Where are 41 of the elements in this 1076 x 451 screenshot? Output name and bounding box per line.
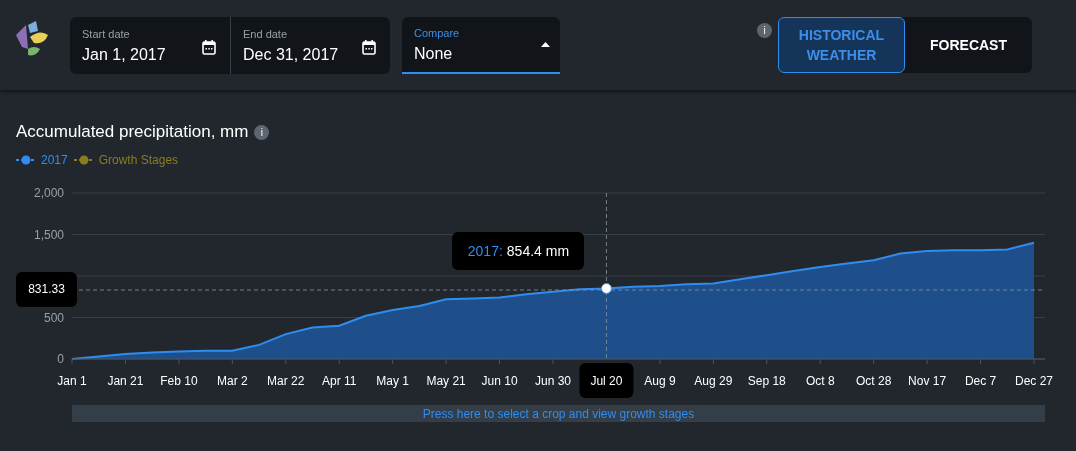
- info-icon[interactable]: i: [757, 23, 772, 38]
- info-icon[interactable]: i: [254, 124, 270, 140]
- calendar-icon[interactable]: [202, 40, 216, 55]
- y-tick-label: 500: [43, 310, 64, 325]
- mode-tab[interactable]: FORECAST: [905, 17, 1032, 73]
- legend-label[interactable]: 2017: [41, 153, 68, 167]
- value-tooltip: 2017: 854.4 mm: [452, 232, 585, 271]
- y-tick-label: 0: [57, 352, 64, 366]
- x-tick-label: Jan 1: [57, 374, 87, 388]
- x-tick-label: Oct 28: [856, 374, 892, 388]
- x-tick-label: Jul 20: [590, 374, 623, 388]
- caret-icon: [541, 42, 550, 47]
- x-tick-label: Dec 7: [964, 374, 997, 388]
- x-tick-label: Mar 22: [267, 374, 305, 388]
- crosshair-y-label: 831.33: [16, 272, 77, 307]
- x-tick-label: Oct 8: [805, 374, 835, 388]
- x-tick-label: Jun 30: [535, 374, 571, 388]
- x-tick-label: Jun 10: [481, 374, 518, 388]
- x-tick-label: May 1: [376, 374, 409, 388]
- growth-stages-banner[interactable]: Press here to select a crop and view growth stages: [72, 405, 1045, 422]
- x-tick-label: Apr 11: [322, 374, 357, 388]
- mode-tab[interactable]: HISTORICAL WEATHER: [778, 17, 905, 73]
- x-tick-label: Mar 2: [217, 374, 248, 388]
- y-tick-label: 1,500: [33, 227, 64, 242]
- x-tick-label: Sep 18: [747, 374, 786, 388]
- hover-point: [600, 282, 612, 294]
- crosshair-x-label: Jul 20: [579, 363, 634, 398]
- x-tick-label: Aug 29: [694, 374, 733, 388]
- date-field[interactable]: End date Dec 31, 2017: [230, 17, 390, 74]
- x-tick-label: Dec 27: [1015, 374, 1053, 388]
- legend-label[interactable]: Growth Stages: [98, 153, 179, 167]
- compare-select[interactable]: Compare None: [402, 17, 560, 74]
- x-tick-label: Nov 17: [908, 374, 947, 388]
- x-tick-label: Jan 21: [107, 374, 144, 388]
- x-tick-label: Aug 9: [644, 374, 676, 388]
- y-tick-label: 2,000: [33, 186, 64, 200]
- x-tick-label: May 21: [426, 374, 466, 388]
- date-field[interactable]: Start date Jan 1, 2017: [70, 17, 230, 74]
- chart-title: Accumulated precipitation, mm: [16, 122, 249, 142]
- x-tick-label: Feb 10: [160, 374, 198, 388]
- calendar-icon[interactable]: [362, 40, 376, 55]
